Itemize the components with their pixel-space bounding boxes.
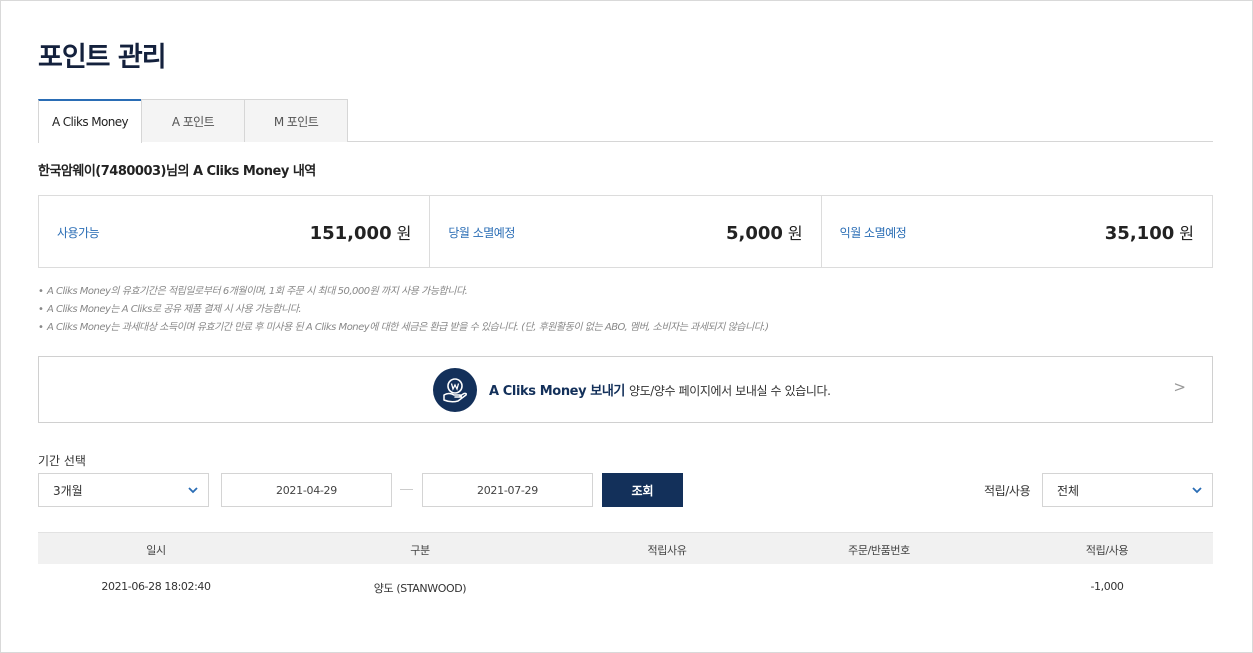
cell-type: 양도 (STANWOOD)	[373, 582, 467, 595]
balance-summary: 사용가능 151,000 원 당월 소멸예정 5,000 원 익월 소멸예정 35,…	[38, 195, 1213, 268]
tab-a-cliks-money[interactable]: A Cliks Money	[38, 99, 142, 143]
search-button[interactable]: 조회	[602, 473, 683, 507]
chevron-down-icon	[188, 487, 198, 494]
this-month-expiring-value: 5,000 원	[725, 223, 803, 244]
notice-item: A Cliks Money의 유효기간은 적립일로부터 6개월이며, 1회 주문…	[38, 283, 768, 301]
money-hand-icon	[433, 368, 477, 412]
column-header-order-number: 주문/반품번호	[848, 544, 910, 557]
cell-date: 2021-06-28 18:02:40	[101, 580, 211, 593]
tab-a-point[interactable]: A 포인트	[141, 99, 245, 142]
cell-amount: -1,000	[1090, 580, 1124, 593]
type-filter-label: 적립/사용	[984, 484, 1031, 498]
next-month-expiring-value: 35,100 원	[1104, 223, 1194, 244]
chevron-down-icon	[1192, 487, 1202, 494]
period-select-value: 3개월	[53, 483, 83, 498]
next-month-expiring-cell: 익월 소멸예정 35,100 원	[822, 196, 1212, 267]
page-frame: 포인트 관리 A Cliks Money A 포인트 M 포인트 한국암웨이(7…	[0, 0, 1253, 653]
notice-item: A Cliks Money는 A Cliks로 공유 제품 결제 시 사용 가능…	[38, 301, 768, 319]
this-month-expiring-cell: 당월 소멸예정 5,000 원	[430, 196, 822, 267]
available-value: 151,000 원	[309, 223, 412, 244]
column-header-date: 일시	[146, 544, 166, 557]
notice-list: A Cliks Money의 유효기간은 적립일로부터 6개월이며, 1회 주문…	[38, 283, 769, 337]
page-title: 포인트 관리	[38, 42, 167, 73]
tab-m-point[interactable]: M 포인트	[244, 99, 348, 142]
send-money-banner[interactable]: A Cliks Money 보내기 양도/양수 페이지에서 보내실 수 있습니다.…	[38, 356, 1213, 423]
column-header-amount: 적립/사용	[1085, 544, 1129, 557]
send-money-title: A Cliks Money 보내기	[489, 384, 625, 399]
type-select[interactable]: 전체	[1042, 473, 1213, 507]
end-date-input[interactable]: 2021-07-29	[422, 473, 593, 507]
table-row: 2021-06-28 18:02:40 양도 (STANWOOD) -1,000	[38, 564, 1213, 608]
tab-bar: A Cliks Money A 포인트 M 포인트	[38, 99, 1213, 143]
table-header: 일시 구분 적립사유 주문/반품번호 적립/사용	[38, 532, 1213, 564]
type-select-value: 전체	[1057, 483, 1080, 498]
account-heading: 한국암웨이(7480003)님의 A Cliks Money 내역	[38, 164, 316, 179]
date-range-separator	[400, 489, 413, 490]
period-label: 기간 선택	[38, 454, 86, 468]
next-month-expiring-label: 익월 소멸예정	[839, 226, 907, 240]
period-select[interactable]: 3개월	[38, 473, 209, 507]
column-header-reason: 적립사유	[647, 544, 687, 557]
available-cell: 사용가능 151,000 원	[39, 196, 431, 267]
this-month-expiring-label: 당월 소멸예정	[448, 226, 515, 240]
column-header-type: 구분	[410, 544, 430, 557]
send-money-text: A Cliks Money 보내기 양도/양수 페이지에서 보내실 수 있습니다.	[489, 384, 831, 399]
chevron-right-icon: >	[1173, 378, 1186, 396]
notice-item: A Cliks Money는 과세대상 소득이며 유효기간 만료 후 미사용 된…	[38, 319, 769, 337]
available-label: 사용가능	[57, 226, 100, 240]
start-date-input[interactable]: 2021-04-29	[221, 473, 392, 507]
